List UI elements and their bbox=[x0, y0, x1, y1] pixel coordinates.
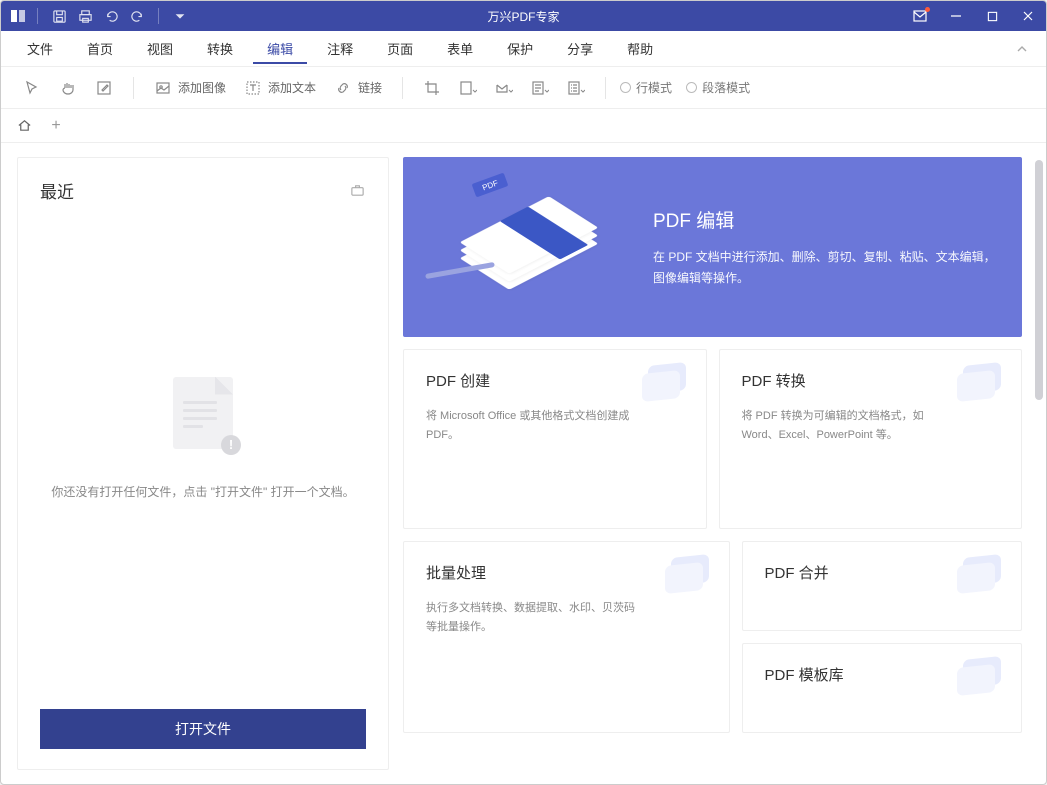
text-icon bbox=[244, 79, 262, 97]
radio-icon bbox=[686, 82, 697, 93]
pdf-edit-hero-card[interactable]: PDF PDF 编辑 在 PDF 文档中进行添加、删除、剪切、复制、粘贴、文本编… bbox=[403, 157, 1022, 337]
envelope-dropdown-icon bbox=[495, 79, 513, 97]
menu-form[interactable]: 表单 bbox=[433, 33, 487, 64]
card-stack-icon bbox=[661, 556, 709, 596]
content-area: 最近 ! 你还没有打开任何文件，点击 "打开文件" 打开一个文档。 打开文件 bbox=[1, 143, 1046, 784]
print-icon[interactable] bbox=[74, 5, 96, 27]
undo-icon[interactable] bbox=[100, 5, 122, 27]
doc-dropdown-icon bbox=[531, 79, 549, 97]
card-stack-icon bbox=[953, 658, 1001, 698]
edit-tool[interactable] bbox=[89, 75, 119, 101]
features-panel: PDF PDF 编辑 在 PDF 文档中进行添加、删除、剪切、复制、粘贴、文本编… bbox=[403, 157, 1030, 770]
dropdown-icon[interactable] bbox=[169, 5, 191, 27]
menu-convert[interactable]: 转换 bbox=[193, 33, 247, 64]
watermark-tool[interactable] bbox=[453, 75, 483, 101]
cursor-icon bbox=[23, 79, 41, 97]
close-button[interactable] bbox=[1010, 1, 1046, 31]
menu-home[interactable]: 首页 bbox=[73, 33, 127, 64]
scrollbar-thumb[interactable] bbox=[1035, 160, 1043, 400]
empty-document-icon: ! bbox=[173, 377, 233, 449]
bates-tool[interactable] bbox=[561, 75, 591, 101]
hero-title: PDF 编辑 bbox=[653, 206, 996, 233]
radio-icon bbox=[620, 82, 631, 93]
select-tool[interactable] bbox=[17, 75, 47, 101]
card-desc: 将 Microsoft Office 或其他格式文档创建成 PDF。 bbox=[426, 407, 636, 444]
tabstrip: + bbox=[1, 109, 1046, 143]
menu-comment[interactable]: 注释 bbox=[313, 33, 367, 64]
card-stack-icon bbox=[953, 556, 1001, 596]
save-icon[interactable] bbox=[48, 5, 70, 27]
empty-state-text: 你还没有打开任何文件，点击 "打开文件" 打开一个文档。 bbox=[51, 483, 354, 500]
pdf-merge-card[interactable]: PDF 合并 bbox=[742, 541, 1023, 631]
home-tab[interactable] bbox=[13, 115, 35, 137]
image-icon bbox=[154, 79, 172, 97]
list-dropdown-icon bbox=[567, 79, 585, 97]
pdf-convert-card[interactable]: PDF 转换 将 PDF 转换为可编辑的文档格式，如 Word、Excel、Po… bbox=[719, 349, 1023, 529]
mail-icon[interactable] bbox=[902, 1, 938, 31]
paragraph-mode-label: 段落模式 bbox=[702, 79, 750, 96]
hand-icon bbox=[59, 79, 77, 97]
crop-icon bbox=[423, 79, 441, 97]
card-stack-icon bbox=[953, 364, 1001, 404]
link-label: 链接 bbox=[358, 79, 382, 96]
add-image-button[interactable]: 添加图像 bbox=[148, 75, 232, 101]
menubar: 文件 首页 视图 转换 编辑 注释 页面 表单 保护 分享 帮助 bbox=[1, 31, 1046, 67]
menu-edit[interactable]: 编辑 bbox=[253, 33, 307, 64]
new-tab-button[interactable]: + bbox=[45, 115, 67, 137]
scrollbar[interactable] bbox=[1035, 160, 1043, 755]
toolbar: 添加图像 添加文本 链接 行模式 段落模式 bbox=[1, 67, 1046, 109]
paragraph-mode-radio[interactable]: 段落模式 bbox=[686, 79, 750, 96]
menu-protect[interactable]: 保护 bbox=[493, 33, 547, 64]
collapse-ribbon-icon[interactable] bbox=[1010, 37, 1034, 61]
add-text-label: 添加文本 bbox=[268, 79, 316, 96]
menu-view[interactable]: 视图 bbox=[133, 33, 187, 64]
edit-icon bbox=[95, 79, 113, 97]
empty-state: ! 你还没有打开任何文件，点击 "打开文件" 打开一个文档。 bbox=[40, 183, 366, 693]
card-stack-icon bbox=[638, 364, 686, 404]
app-logo-icon bbox=[9, 7, 27, 25]
add-image-label: 添加图像 bbox=[178, 79, 226, 96]
menu-file[interactable]: 文件 bbox=[13, 33, 67, 64]
link-icon bbox=[334, 79, 352, 97]
window-title: 万兴PDF专家 bbox=[487, 8, 559, 25]
line-mode-label: 行模式 bbox=[636, 79, 672, 96]
open-file-button[interactable]: 打开文件 bbox=[40, 709, 366, 749]
batch-process-card[interactable]: 批量处理 执行多文档转换、数据提取、水印、贝茨码等批量操作。 bbox=[403, 541, 730, 733]
page-dropdown-icon bbox=[459, 79, 477, 97]
hero-desc: 在 PDF 文档中进行添加、删除、剪切、复制、粘贴、文本编辑，图像编辑等操作。 bbox=[653, 247, 996, 288]
titlebar: 万兴PDF专家 bbox=[1, 1, 1046, 31]
minimize-button[interactable] bbox=[938, 1, 974, 31]
menu-help[interactable]: 帮助 bbox=[613, 33, 667, 64]
card-desc: 执行多文档转换、数据提取、水印、贝茨码等批量操作。 bbox=[426, 599, 636, 636]
line-mode-radio[interactable]: 行模式 bbox=[620, 79, 672, 96]
add-text-button[interactable]: 添加文本 bbox=[238, 75, 322, 101]
redo-icon[interactable] bbox=[126, 5, 148, 27]
pdf-create-card[interactable]: PDF 创建 将 Microsoft Office 或其他格式文档创建成 PDF… bbox=[403, 349, 707, 529]
hand-tool[interactable] bbox=[53, 75, 83, 101]
header-footer-tool[interactable] bbox=[525, 75, 555, 101]
crop-tool[interactable] bbox=[417, 75, 447, 101]
maximize-button[interactable] bbox=[974, 1, 1010, 31]
card-desc: 将 PDF 转换为可编辑的文档格式，如 Word、Excel、PowerPoin… bbox=[742, 407, 952, 444]
menu-page[interactable]: 页面 bbox=[373, 33, 427, 64]
menu-share[interactable]: 分享 bbox=[553, 33, 607, 64]
link-button[interactable]: 链接 bbox=[328, 75, 388, 101]
pdf-stack-illustration: PDF bbox=[429, 172, 629, 322]
pdf-template-card[interactable]: PDF 模板库 bbox=[742, 643, 1023, 733]
background-tool[interactable] bbox=[489, 75, 519, 101]
recent-panel: 最近 ! 你还没有打开任何文件，点击 "打开文件" 打开一个文档。 打开文件 bbox=[17, 157, 389, 770]
